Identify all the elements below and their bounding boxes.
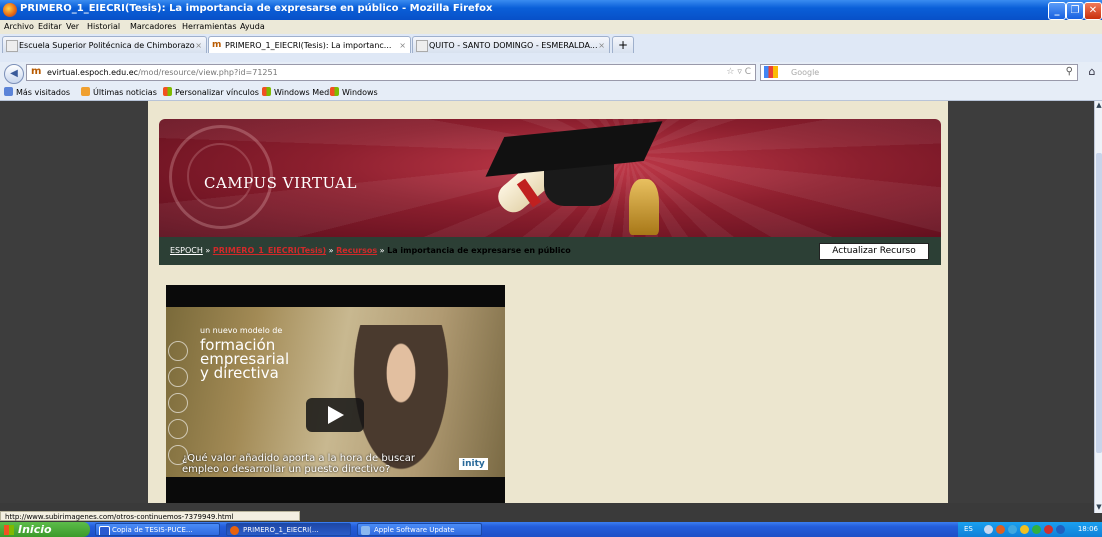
page-icon xyxy=(416,40,428,52)
back-button[interactable]: ◀ xyxy=(4,64,24,84)
tab-primero[interactable]: m PRIMERO_1_EIECRI(Tesis): La importanc.… xyxy=(208,36,411,53)
url-bar[interactable]: m evirtual.espoch.edu.ec/mod/resource/vi… xyxy=(26,64,756,81)
tab-bar: Escuela Superior Politécnica de Chimbora… xyxy=(0,34,1102,63)
tab-label: QUITO - SANTO DOMINGO - ESMERALDA... xyxy=(429,41,598,50)
banner-title: CAMPUS VIRTUAL xyxy=(204,174,357,192)
tab-quito[interactable]: QUITO - SANTO DOMINGO - ESMERALDA... × xyxy=(412,36,610,53)
menu-ver[interactable]: Ver xyxy=(66,22,79,31)
bookmark-icon xyxy=(4,87,13,96)
video-overlay-text: un nuevo modelo de formación empresarial… xyxy=(200,326,290,382)
tab-espoch[interactable]: Escuela Superior Politécnica de Chimbora… xyxy=(2,36,207,53)
bookmark-windows-media[interactable]: Windows Media xyxy=(262,87,336,97)
close-tab-icon[interactable]: × xyxy=(399,37,406,53)
menu-historial[interactable]: Historial xyxy=(87,22,120,31)
breadcrumb-current: La importancia de expresarse en público xyxy=(387,246,571,255)
update-resource-button[interactable]: Actualizar Recurso xyxy=(819,243,929,260)
campus-banner: CAMPUS VIRTUAL xyxy=(159,119,941,237)
url-text: evirtual.espoch.edu.ec/mod/resource/view… xyxy=(47,68,278,77)
firefox-icon xyxy=(3,3,17,17)
bookmark-ultimas-noticias[interactable]: Últimas noticias xyxy=(81,87,157,97)
play-button[interactable] xyxy=(306,398,364,432)
search-box[interactable]: Google ⚲ xyxy=(760,64,1078,81)
tray-icon[interactable] xyxy=(1044,525,1053,534)
taskbar-item-tesis[interactable]: Copia de TESIS-PUCE... xyxy=(95,523,220,536)
menu-bar: Archivo Editar Ver Historial Marcadores … xyxy=(0,20,1102,34)
page-icon xyxy=(6,40,18,52)
system-tray: ES 18:06 xyxy=(958,522,1102,537)
bookmark-mas-visitados[interactable]: Más visitados xyxy=(4,87,70,97)
windows-icon xyxy=(262,87,271,96)
moodle-icon: m xyxy=(31,66,42,77)
windows-icon xyxy=(163,87,172,96)
tab-label: Escuela Superior Politécnica de Chimbora… xyxy=(19,41,195,50)
tray-icon[interactable] xyxy=(1056,525,1065,534)
language-indicator[interactable]: ES xyxy=(964,522,973,537)
bookmark-personalizar[interactable]: Personalizar vínculos xyxy=(163,87,259,97)
taskbar-item-apple-update[interactable]: Apple Software Update xyxy=(357,523,482,536)
bookmarks-bar: Más visitados Últimas noticias Personali… xyxy=(0,84,1102,101)
home-icon[interactable]: ⌂ xyxy=(1084,65,1100,81)
page-body: CAMPUS VIRTUAL ESPOCH » PRIMERO_1_EIECRI… xyxy=(148,101,948,503)
tray-icon[interactable] xyxy=(996,525,1005,534)
vertical-scrollbar[interactable]: ▲ ▼ xyxy=(1094,101,1102,513)
scroll-thumb[interactable] xyxy=(1096,153,1102,453)
navigation-bar: ◀ m evirtual.espoch.edu.ec/mod/resource/… xyxy=(0,62,1102,84)
clock: 18:06 xyxy=(1077,525,1098,533)
moodle-icon: m xyxy=(212,40,222,50)
tray-icon[interactable] xyxy=(1008,525,1017,534)
window-title: PRIMERO_1_EIECRI(Tesis): La importancia … xyxy=(20,3,493,14)
scroll-down-icon[interactable]: ▼ xyxy=(1095,503,1102,513)
word-icon xyxy=(99,526,110,535)
tassel xyxy=(629,179,659,235)
reload-icon[interactable]: ☆ ▿ C xyxy=(726,67,751,77)
video-frame: un nuevo modelo de formación empresarial… xyxy=(166,307,505,477)
close-tab-icon[interactable]: × xyxy=(195,37,202,53)
rss-icon xyxy=(81,87,90,96)
close-tab-icon[interactable]: × xyxy=(598,37,605,53)
close-button[interactable]: ✕ xyxy=(1084,2,1102,20)
scroll-up-icon[interactable]: ▲ xyxy=(1095,101,1102,111)
apple-update-icon xyxy=(361,526,370,535)
video-player[interactable]: un nuevo modelo de formación empresarial… xyxy=(166,285,505,503)
windows-taskbar: Inicio Copia de TESIS-PUCE... PRIMERO_1_… xyxy=(0,522,1102,537)
brand-logo: inity xyxy=(459,458,488,470)
windows-icon xyxy=(330,87,339,96)
search-icon[interactable]: ⚲ xyxy=(1066,66,1073,77)
breadcrumb-espoch[interactable]: ESPOCH xyxy=(170,246,203,255)
play-icon xyxy=(328,406,344,424)
tray-icon[interactable] xyxy=(984,525,993,534)
graduation-cap xyxy=(544,164,614,206)
taskbar-item-firefox[interactable]: PRIMERO_1_EIECRI(... xyxy=(226,523,351,536)
new-tab-button[interactable]: + xyxy=(612,36,634,53)
restore-button[interactable]: ❐ xyxy=(1066,2,1084,20)
menu-marcadores[interactable]: Marcadores xyxy=(130,22,176,31)
status-bar: http://www.subirimagenes.com/otros-conti… xyxy=(0,511,300,521)
bookmark-windows[interactable]: Windows xyxy=(330,87,378,97)
tab-label: PRIMERO_1_EIECRI(Tesis): La importanc... xyxy=(225,41,392,50)
menu-archivo[interactable]: Archivo xyxy=(4,22,34,31)
breadcrumb-course[interactable]: PRIMERO_1_EIECRI(Tesis) xyxy=(213,246,326,255)
tray-icon[interactable] xyxy=(1020,525,1029,534)
firefox-icon xyxy=(230,526,239,535)
google-icon xyxy=(764,66,778,78)
breadcrumb-recursos[interactable]: Recursos xyxy=(336,246,377,255)
page-viewport: CAMPUS VIRTUAL ESPOCH » PRIMERO_1_EIECRI… xyxy=(0,101,1094,503)
menu-herramientas[interactable]: Herramientas xyxy=(182,22,237,31)
menu-editar[interactable]: Editar xyxy=(38,22,62,31)
menu-ayuda[interactable]: Ayuda xyxy=(240,22,265,31)
video-caption: ¿Qué valor añadido aporta a la hora de b… xyxy=(182,453,415,475)
breadcrumb: ESPOCH » PRIMERO_1_EIECRI(Tesis) » Recur… xyxy=(159,237,941,265)
start-button[interactable]: Inicio xyxy=(0,522,90,537)
windows-logo-icon xyxy=(4,525,14,535)
window-title-bar: PRIMERO_1_EIECRI(Tesis): La importancia … xyxy=(0,0,1102,20)
search-placeholder: Google xyxy=(791,68,820,77)
tray-icon[interactable] xyxy=(1032,525,1041,534)
minimize-button[interactable]: _ xyxy=(1048,2,1066,20)
